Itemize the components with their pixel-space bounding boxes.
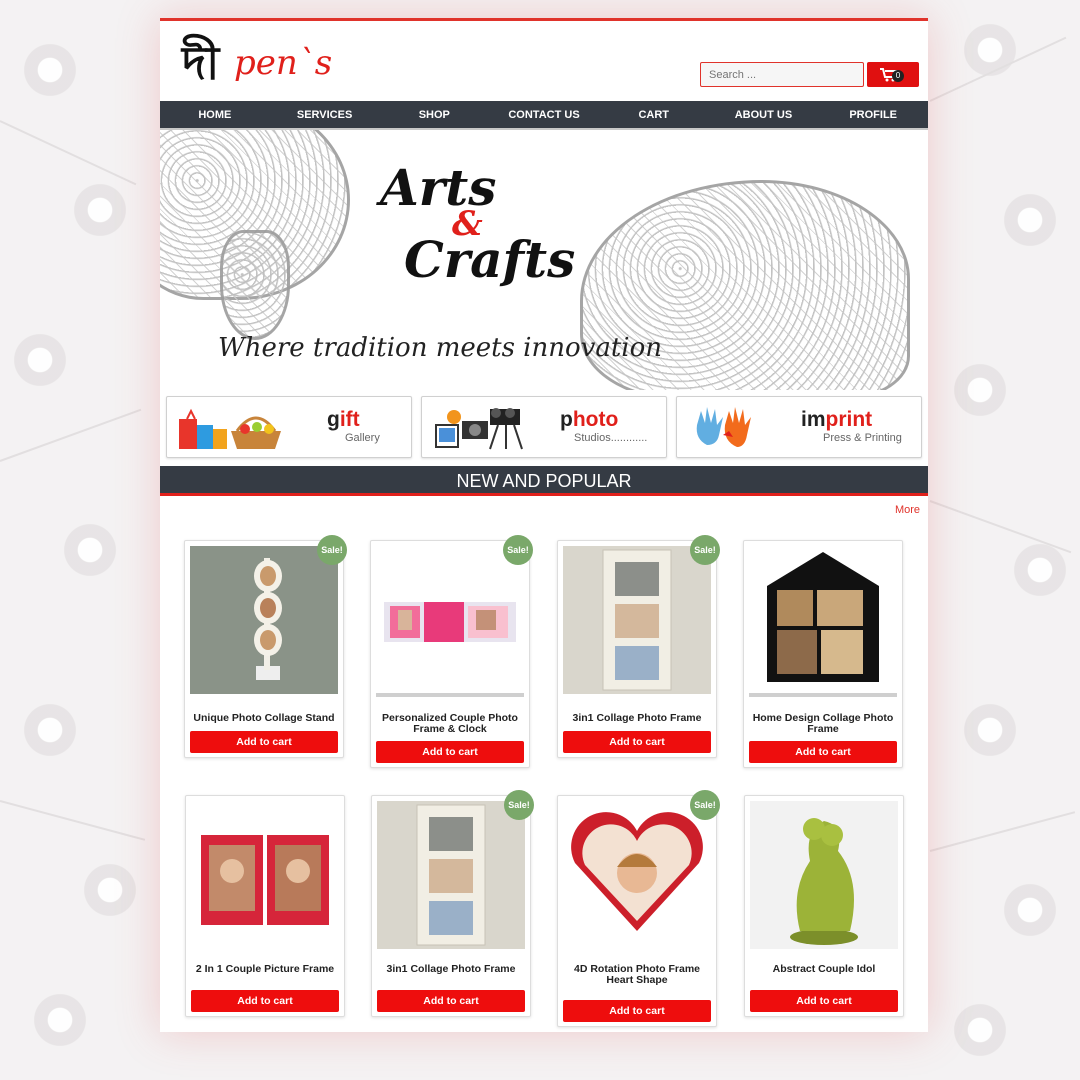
elephant-trunk-illustration (220, 230, 290, 340)
add-to-cart-button[interactable]: Add to cart (376, 741, 524, 763)
product-name[interactable]: 3in1 Collage Photo Frame (564, 713, 710, 724)
product-image[interactable] (376, 546, 524, 694)
nav-about-us[interactable]: ABOUT US (709, 109, 819, 121)
divider (749, 693, 897, 697)
category-gift-subtitle: Gallery (345, 432, 380, 444)
product-image[interactable] (191, 801, 339, 949)
add-to-cart-button[interactable]: Add to cart (191, 990, 339, 1012)
category-photo-studios[interactable]: photo Studios............ (421, 396, 667, 458)
product-image[interactable] (749, 546, 897, 694)
site-header: দী pen`s 0 (160, 21, 928, 101)
product-image[interactable] (190, 546, 338, 694)
logo-text: pen`s (234, 43, 333, 83)
add-to-cart-button[interactable]: Add to cart (377, 990, 525, 1012)
hero-banner: Arts & Crafts Where tradition meets inno… (160, 130, 928, 390)
product-card[interactable]: Sale! 3in1 Collage Photo Frame Add to ca… (557, 535, 720, 758)
divider (376, 693, 524, 697)
product-name[interactable]: 4D Rotation Photo Frame Heart Shape (564, 964, 710, 986)
site-logo[interactable]: দী pen`s (182, 29, 332, 93)
product-card[interactable]: Sale! 3in1 Collage Photo Frame Add to ca… (371, 790, 534, 1017)
product-name[interactable]: Personalized Couple Photo Frame & Clock (377, 713, 523, 735)
product-name[interactable]: Abstract Couple Idol (751, 964, 897, 975)
main-nav: HOME SERVICES SHOP CONTACT US CART ABOUT… (160, 101, 928, 130)
logo-mark: দী (182, 36, 219, 90)
product-image[interactable] (377, 801, 525, 949)
product-name[interactable]: 2 In 1 Couple Picture Frame (192, 964, 338, 975)
sale-badge: Sale! (503, 535, 533, 565)
nav-shop[interactable]: SHOP (379, 109, 489, 121)
category-photo-title: photo (560, 408, 619, 431)
nav-home[interactable]: HOME (160, 109, 270, 121)
product-card[interactable]: Abstract Couple Idol Add to cart (744, 795, 904, 1017)
add-to-cart-button[interactable]: Add to cart (563, 731, 711, 753)
category-tiles: gift Gallery photo Studios............ i… (160, 390, 928, 458)
search-input[interactable] (700, 62, 864, 87)
camera-photos-icon (435, 408, 523, 450)
handprints-icon (696, 407, 751, 447)
category-gift-gallery[interactable]: gift Gallery (166, 396, 412, 458)
category-photo-subtitle: Studios............ (574, 432, 648, 444)
product-card[interactable]: 2 In 1 Couple Picture Frame Add to cart (185, 795, 345, 1017)
category-gift-title: gift (327, 408, 360, 431)
section-title-new-and-popular: NEW AND POPULAR (160, 466, 928, 496)
cart-count-badge: 0 (892, 70, 904, 82)
product-name[interactable]: 3in1 Collage Photo Frame (378, 964, 524, 975)
nav-profile[interactable]: PROFILE (818, 109, 928, 121)
product-image[interactable] (563, 801, 711, 949)
product-grid: Sale! Unique Photo Collage Stand Add to … (160, 520, 928, 1032)
gift-boxes-basket-icon (179, 408, 281, 449)
sale-badge: Sale! (690, 790, 720, 820)
category-imprint-subtitle: Press & Printing (823, 432, 902, 444)
product-card[interactable]: Home Design Collage Photo Frame Add to c… (743, 540, 903, 768)
category-imprint-title: imprint (801, 408, 873, 431)
category-imprint-printing[interactable]: imprint Press & Printing (676, 396, 922, 458)
nav-cart[interactable]: CART (599, 109, 709, 121)
site-frame: দী pen`s 0 HOME SERVICES SHOP CONTACT US… (160, 18, 928, 1032)
more-link[interactable]: More (160, 496, 928, 520)
sale-badge: Sale! (504, 790, 534, 820)
product-card[interactable]: Sale! Unique Photo Collage Stand Add to … (184, 535, 347, 758)
product-card[interactable]: Sale! 4D Rotation Photo Frame Heart Shap… (557, 790, 720, 1027)
product-name[interactable]: Home Design Collage Photo Frame (750, 713, 896, 735)
add-to-cart-button[interactable]: Add to cart (190, 731, 338, 753)
nav-services[interactable]: SERVICES (270, 109, 380, 121)
add-to-cart-button[interactable]: Add to cart (563, 1000, 711, 1022)
product-name[interactable]: Unique Photo Collage Stand (191, 713, 337, 724)
sale-badge: Sale! (317, 535, 347, 565)
nav-contact-us[interactable]: CONTACT US (489, 109, 599, 121)
hero-title-crafts: Crafts (404, 230, 576, 289)
add-to-cart-button[interactable]: Add to cart (750, 990, 898, 1012)
hero-tagline: Where tradition meets innovation (218, 333, 662, 363)
product-card[interactable]: Sale! Personalized Couple Photo Frame & … (370, 535, 533, 768)
product-image[interactable] (563, 546, 711, 694)
product-image[interactable] (750, 801, 898, 949)
sale-badge: Sale! (690, 535, 720, 565)
add-to-cart-button[interactable]: Add to cart (749, 741, 897, 763)
cart-button[interactable]: 0 (867, 62, 919, 87)
